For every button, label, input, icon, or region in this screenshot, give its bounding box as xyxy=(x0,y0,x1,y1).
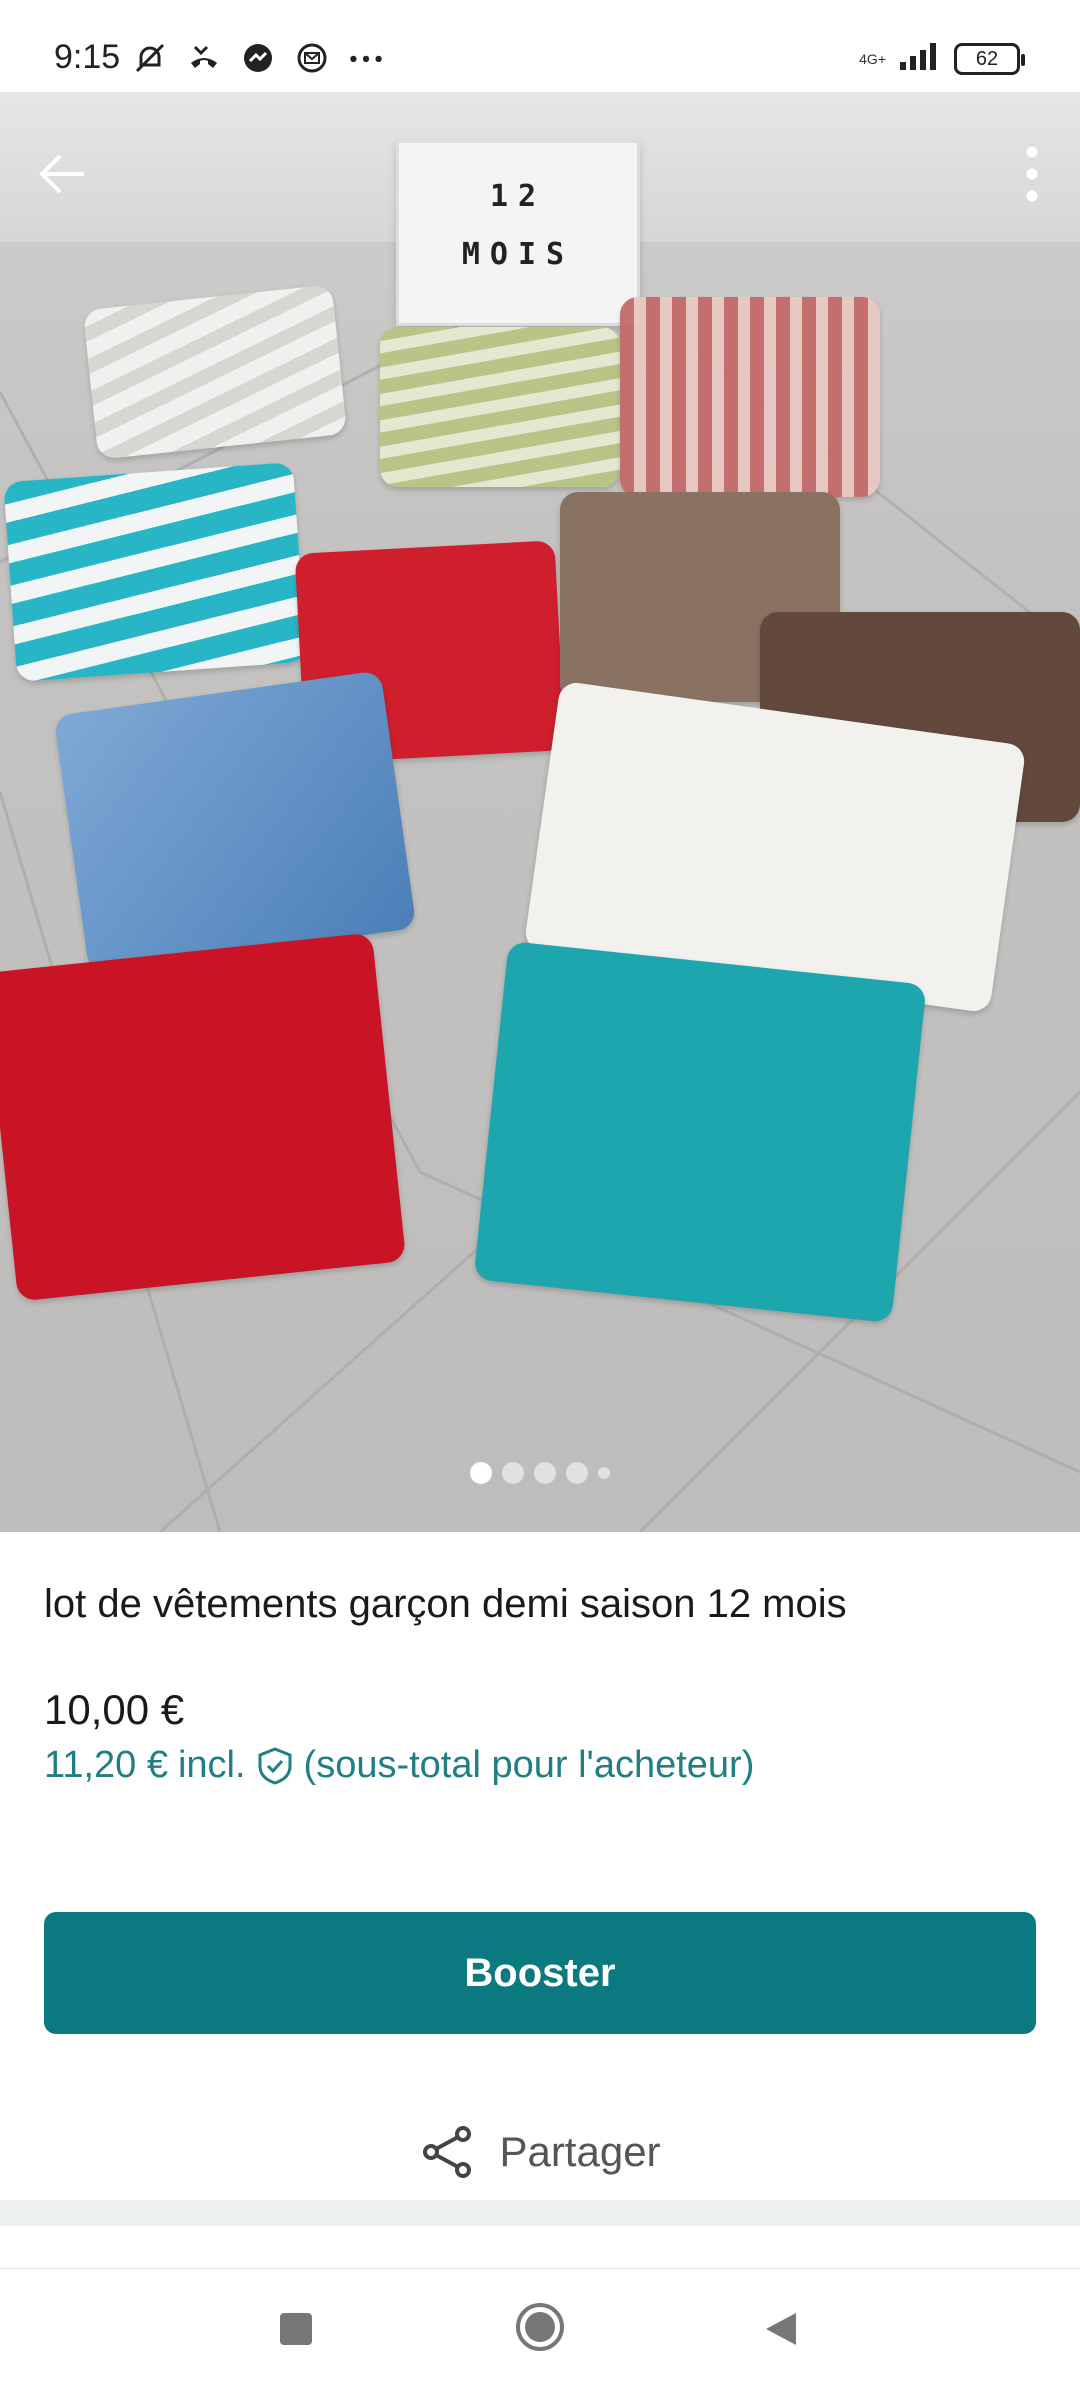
section-divider xyxy=(0,2200,1080,2226)
plaid-shirt xyxy=(620,297,880,497)
status-time: 9:15 xyxy=(54,38,121,76)
turquoise-striped-shirt xyxy=(3,462,307,682)
shield-check-icon xyxy=(258,1746,292,1785)
booster-button[interactable]: Booster xyxy=(44,1912,1036,2034)
system-nav-bar xyxy=(0,2268,1080,2400)
page-dot-5[interactable] xyxy=(598,1467,610,1479)
back-nav-icon[interactable] xyxy=(760,2309,800,2349)
network-type: 4G+ xyxy=(859,50,886,67)
listing-price: 10,00 € xyxy=(44,1686,185,1733)
buyer-note: (sous-total pour l'acheteur) xyxy=(303,1744,755,1786)
photo-pagination[interactable] xyxy=(0,1462,1080,1484)
buyer-incl: incl. xyxy=(177,1744,246,1786)
page-dot-2[interactable] xyxy=(502,1462,524,1484)
turquoise-polo xyxy=(473,940,927,1324)
green-striped-shirt xyxy=(380,327,620,487)
signal-icon xyxy=(898,40,942,77)
buyer-price: 11,20 € xyxy=(44,1744,168,1786)
missed-call-icon xyxy=(186,40,222,76)
system-icons: 4G+ 62 xyxy=(859,40,1025,77)
page-dot-3[interactable] xyxy=(534,1462,556,1484)
battery-icon: 62 xyxy=(954,42,1025,75)
listing-title: lot de vêtements garçon demi saison 12 m… xyxy=(44,1582,847,1626)
buyer-price-line[interactable]: 11,20 € incl. (sous-total pour l'acheteu… xyxy=(44,1744,754,1787)
more-dots-icon xyxy=(348,40,384,76)
jeans xyxy=(53,670,417,974)
home-icon[interactable] xyxy=(514,2301,566,2353)
share-label: Partager xyxy=(499,2128,661,2175)
sign-line-1: 12 xyxy=(489,179,547,214)
share-button[interactable]: Partager xyxy=(0,2124,1080,2180)
size-sign: 12 MOIS xyxy=(396,140,640,326)
back-arrow-icon[interactable] xyxy=(36,148,88,200)
sign-line-2: MOIS xyxy=(461,237,575,272)
red-polo xyxy=(0,932,407,1302)
messenger-icon xyxy=(240,40,276,76)
mute-icon xyxy=(132,40,168,76)
white-shirt xyxy=(82,284,348,460)
notification-icons xyxy=(132,40,384,76)
status-bar: 9:15 4G+ 62 xyxy=(0,0,1080,92)
mail-icon xyxy=(294,40,330,76)
recent-apps-icon[interactable] xyxy=(276,2309,316,2349)
share-icon xyxy=(423,2126,472,2178)
page-dot-4[interactable] xyxy=(566,1462,588,1484)
page-dot-1[interactable] xyxy=(470,1462,492,1484)
listing-photo[interactable]: 12 MOIS xyxy=(0,92,1080,1532)
more-options-icon[interactable] xyxy=(1024,144,1040,204)
